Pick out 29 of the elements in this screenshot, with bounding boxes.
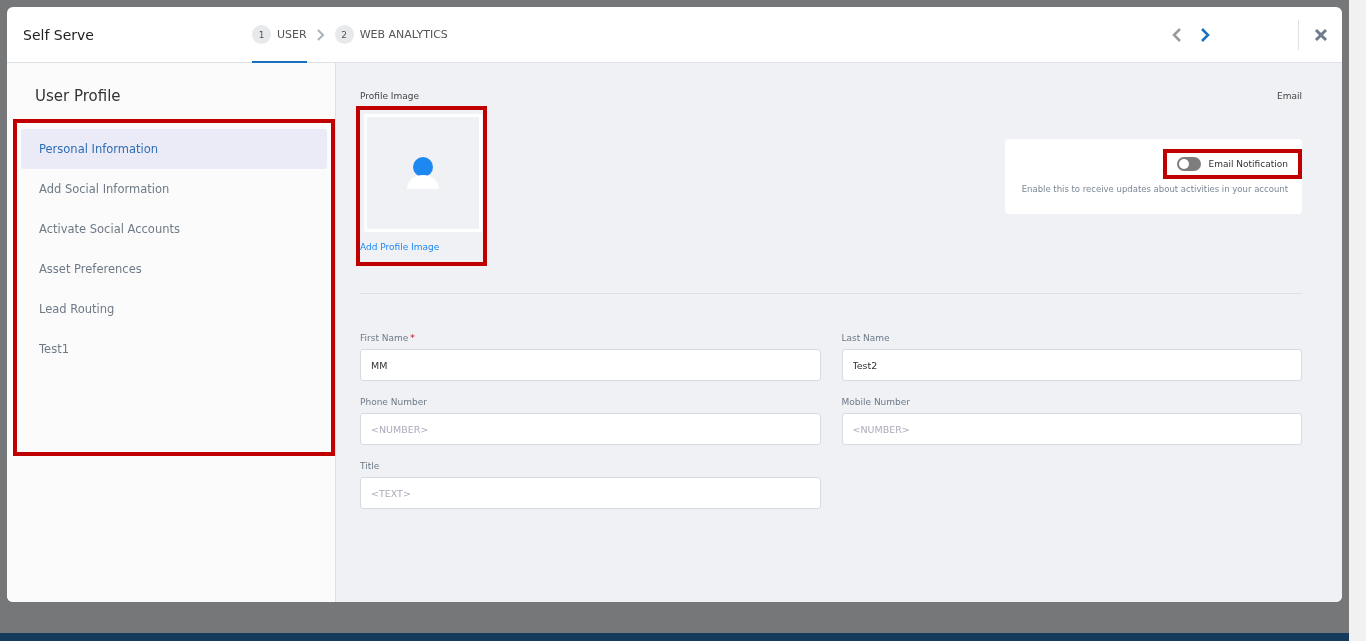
- input-field[interactable]: <NUMBER>: [360, 413, 821, 445]
- input-field[interactable]: <TEXT>: [360, 477, 821, 509]
- sidebar-item[interactable]: Personal Information: [21, 129, 327, 169]
- sidebar-title: User Profile: [34, 87, 122, 105]
- window-title: Self Serve: [23, 26, 95, 43]
- sidebar-item[interactable]: Add Social Information: [21, 169, 327, 209]
- sidebar-item[interactable]: Test1: [21, 329, 327, 369]
- close-icon[interactable]: [1314, 27, 1328, 42]
- field-label: Phone Number: [360, 397, 428, 407]
- avatar-icon: [407, 157, 439, 189]
- toggle-label: Email Notification: [1208, 159, 1288, 169]
- field-label: Last Name: [841, 333, 891, 343]
- field-label: Mobile Number: [841, 397, 912, 407]
- field-label: Title: [360, 461, 381, 471]
- sidebar-item[interactable]: Asset Preferences: [21, 249, 327, 289]
- field-label: Profile Image: [360, 91, 421, 101]
- sidebar-item[interactable]: Activate Social Accounts: [21, 209, 327, 249]
- add-image-link[interactable]: Add Profile Image: [360, 242, 483, 252]
- step-tab[interactable]: 2 WEB ANALYTICS: [334, 8, 448, 63]
- input-field[interactable]: MM: [360, 349, 821, 381]
- chevron-right-icon: [316, 28, 325, 41]
- field-label: Email: [1277, 91, 1302, 101]
- scrollbar[interactable]: [1349, 0, 1366, 641]
- sidebar-item[interactable]: Lead Routing: [21, 289, 327, 329]
- input-field[interactable]: Test2: [841, 349, 1302, 381]
- field-label: First Name *: [360, 333, 416, 343]
- help-text: Enable this to receive updates about activities in your account: [1021, 184, 1288, 194]
- toggle-switch[interactable]: [1176, 157, 1201, 171]
- input-field[interactable]: <NUMBER>: [841, 413, 1302, 445]
